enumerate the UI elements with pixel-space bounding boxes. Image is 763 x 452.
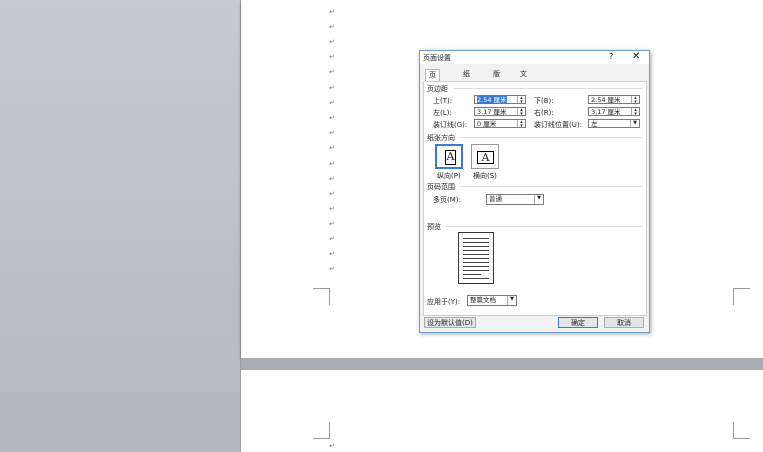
right-margin-spinner[interactable]: 3.17 厘米 ▴ ▾ xyxy=(588,107,640,117)
apply-to-select[interactable]: 整篇文档 ▼ xyxy=(467,295,517,306)
paragraph-mark: ↵ xyxy=(329,190,335,198)
top-margin-label: 上(T): xyxy=(433,97,453,105)
gutter-spinner[interactable]: 0 厘米 ▴ ▾ xyxy=(474,119,526,129)
gutter-position-select[interactable]: 左 ▼ xyxy=(588,119,640,128)
navigation-pane xyxy=(0,0,241,452)
tab-content-margins: 页边距 上(T): 2.54 厘米 ▴ ▾ 下(B): 2.54 厘米 ▴ ▾ 左(… xyxy=(423,81,647,316)
gutter-value: 0 厘米 xyxy=(477,120,497,128)
paragraph-mark: ↵ xyxy=(329,175,335,183)
margin-corner-bottom-left xyxy=(313,288,330,305)
gutter-position-value: 左 xyxy=(591,120,598,128)
paragraph-mark: ↵ xyxy=(329,205,335,213)
page-setup-dialog: 页面设置 ? ✕ 页边距 纸张 版式 文档网格 页边距 上(T): 2.54 厘… xyxy=(419,50,650,333)
paragraph-mark: ↵ xyxy=(329,129,335,137)
gutter-position-label: 装订线位置(U): xyxy=(534,121,582,129)
paragraph-mark: ↵ xyxy=(329,38,335,46)
spin-arrows-icon[interactable]: ▴ ▾ xyxy=(631,96,639,105)
landscape-label[interactable]: 横向(S) xyxy=(473,171,497,181)
margin-corner-top-right xyxy=(733,422,750,439)
landscape-option[interactable]: A xyxy=(471,144,499,169)
margin-corner-top-left xyxy=(313,422,330,439)
apply-to-label: 应用于(Y): xyxy=(427,298,461,306)
bottom-margin-label: 下(B): xyxy=(534,97,554,105)
right-margin-label: 右(R): xyxy=(534,109,554,117)
divider xyxy=(454,88,642,89)
preview-section-title: 预览 xyxy=(427,223,441,231)
preview-page xyxy=(458,232,494,284)
portrait-icon: A xyxy=(445,150,456,165)
top-margin-spinner[interactable]: 2.54 厘米 ▴ ▾ xyxy=(474,95,526,105)
dialog-title: 页面设置 xyxy=(423,54,451,62)
spin-arrows-icon[interactable]: ▴ ▾ xyxy=(517,120,525,129)
tab-paper[interactable]: 纸张 xyxy=(460,69,473,89)
ok-button[interactable]: 确定 xyxy=(558,317,598,328)
margins-section-title: 页边距 xyxy=(427,85,448,93)
help-icon[interactable]: ? xyxy=(609,52,613,61)
divider xyxy=(460,137,642,138)
paragraph-mark: ↵ xyxy=(329,160,335,168)
pages-section-title: 页码范围 xyxy=(427,183,455,191)
multiple-pages-label: 多页(M): xyxy=(433,196,461,204)
paragraph-mark: ↵ xyxy=(329,23,335,31)
paragraph-mark: ↵ xyxy=(329,114,335,122)
tab-doc-grid[interactable]: 文档网格 xyxy=(517,69,530,111)
left-margin-value: 3.17 厘米 xyxy=(477,108,507,116)
close-icon[interactable]: ✕ xyxy=(632,51,640,62)
paragraph-mark: ↵ xyxy=(329,8,335,16)
spin-arrows-icon[interactable]: ▴ ▾ xyxy=(517,96,525,105)
paragraph-mark: ↵ xyxy=(329,250,335,258)
portrait-option[interactable]: A xyxy=(435,144,463,169)
chevron-down-icon[interactable]: ▼ xyxy=(534,195,543,204)
paragraph-mark: ↵ xyxy=(329,99,335,107)
dialog-titlebar[interactable]: 页面设置 ? ✕ xyxy=(420,51,649,64)
chevron-down-icon[interactable]: ▼ xyxy=(630,120,639,127)
paragraph-mark: ↵ xyxy=(329,53,335,61)
left-margin-label: 左(L): xyxy=(433,109,452,117)
orientation-section-title: 纸张方向 xyxy=(427,134,455,142)
landscape-icon: A xyxy=(477,151,494,164)
paragraph-mark: ↵ xyxy=(329,220,335,228)
gutter-label: 装订线(G): xyxy=(433,121,468,129)
paragraph-mark: ↵ xyxy=(329,84,335,92)
set-default-button[interactable]: 设为默认值(D) xyxy=(424,317,476,328)
paragraph-mark: ↵ xyxy=(329,144,335,152)
divider xyxy=(446,226,642,227)
paragraph-mark: ↵ xyxy=(329,235,335,243)
right-margin-value: 3.17 厘米 xyxy=(591,108,621,116)
multiple-pages-select[interactable]: 普通 ▼ xyxy=(486,194,544,205)
spin-arrows-icon[interactable]: ▴ ▾ xyxy=(631,108,639,117)
page-gap xyxy=(241,358,763,370)
top-margin-value: 2.54 厘米 xyxy=(477,96,507,104)
spin-arrows-icon[interactable]: ▴ ▾ xyxy=(517,108,525,117)
paragraph-mark: ↵ xyxy=(329,265,335,273)
paragraph-mark: ↵ xyxy=(329,442,335,450)
chevron-down-icon[interactable]: ▼ xyxy=(507,296,516,305)
tab-layout[interactable]: 版式 xyxy=(490,69,503,89)
apply-to-value: 整篇文档 xyxy=(470,296,496,304)
margin-corner-bottom-right xyxy=(733,288,750,305)
multiple-pages-value: 普通 xyxy=(489,195,502,203)
paragraph-mark: ↵ xyxy=(329,68,335,76)
document-page-2[interactable]: ↵ xyxy=(241,370,763,452)
portrait-label[interactable]: 纵向(P) xyxy=(437,171,461,181)
bottom-margin-spinner[interactable]: 2.54 厘米 ▴ ▾ xyxy=(588,95,640,105)
left-margin-spinner[interactable]: 3.17 厘米 ▴ ▾ xyxy=(474,107,526,117)
divider xyxy=(460,186,642,187)
cancel-button[interactable]: 取消 xyxy=(604,317,644,328)
bottom-margin-value: 2.54 厘米 xyxy=(591,96,621,104)
